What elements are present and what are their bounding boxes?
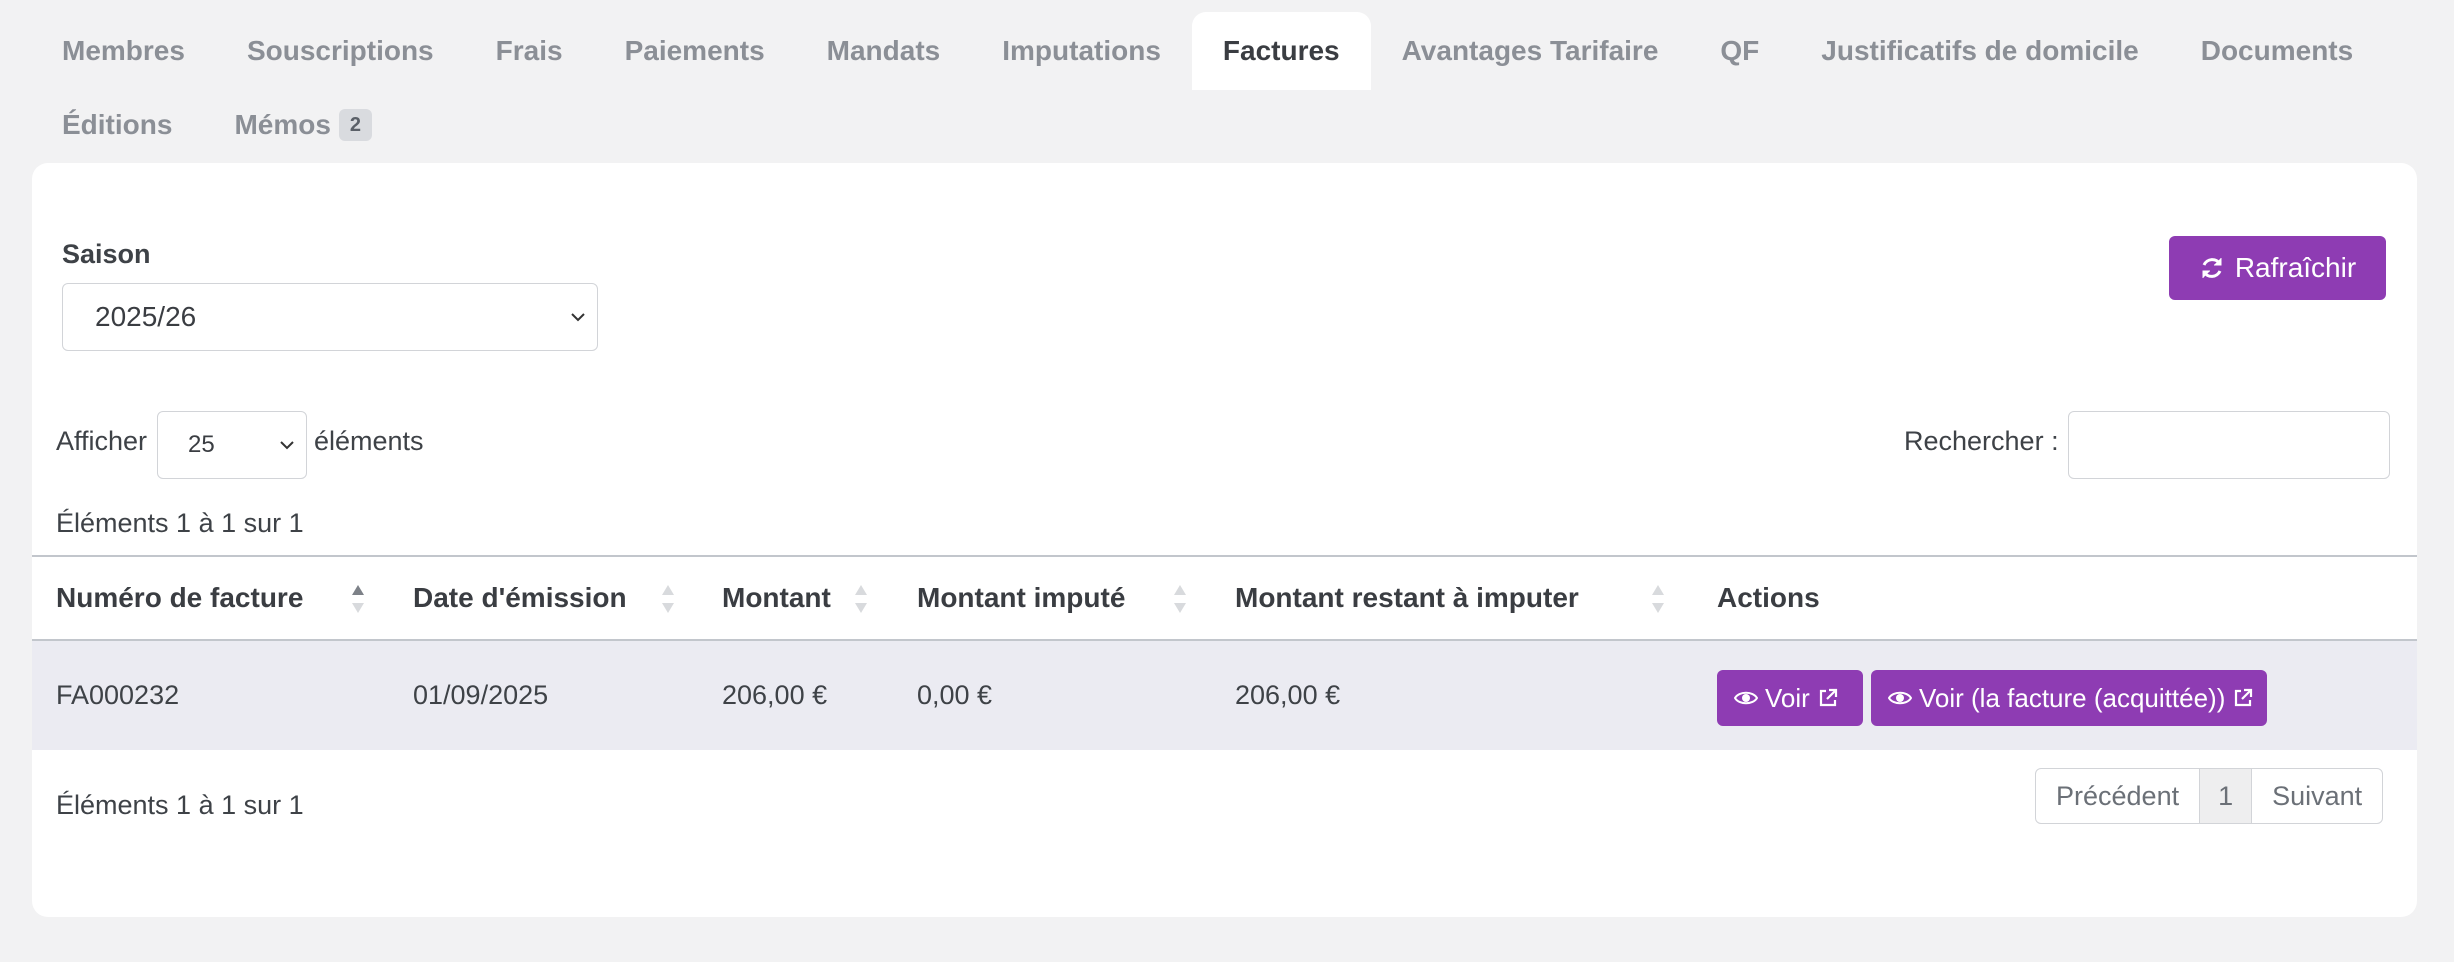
col-actions: Actions xyxy=(1717,582,1820,613)
tab-documents[interactable]: Documents xyxy=(2170,12,2384,90)
sort-icon xyxy=(662,585,674,613)
search-label: Rechercher : xyxy=(1904,426,2059,456)
eye-icon xyxy=(1734,691,1758,705)
sort-icon xyxy=(1652,585,1664,613)
eye-icon xyxy=(1888,691,1912,705)
pagination: Précédent 1 Suivant xyxy=(2035,768,2384,824)
tab-paiements[interactable]: Paiements xyxy=(594,12,796,90)
voir-facture-acquittee-label: Voir (la facture (acquittée)) xyxy=(1919,682,2226,713)
voir-button[interactable]: Voir xyxy=(1717,670,1863,726)
col-montant-impute[interactable]: Montant imputé xyxy=(917,557,1125,639)
sort-icon xyxy=(1174,585,1186,613)
voir-facture-acquittee-button[interactable]: Voir (la facture (acquittée)) xyxy=(1871,670,2267,726)
tab-frais[interactable]: Frais xyxy=(465,12,594,90)
search-input[interactable] xyxy=(2068,411,2390,479)
pagination-previous[interactable]: Précédent xyxy=(2036,769,2199,823)
table-info-top: Éléments 1 à 1 sur 1 xyxy=(56,508,304,538)
tab-editions[interactable]: Éditions xyxy=(31,87,203,163)
tab-factures[interactable]: Factures xyxy=(1191,12,1371,90)
pagination-page-1[interactable]: 1 xyxy=(2199,769,2253,823)
cell-montant-impute: 0,00 € xyxy=(917,680,993,710)
tab-justificatifs-domicile[interactable]: Justificatifs de domicile xyxy=(1790,12,2169,90)
saison-select[interactable]: 2025/26 xyxy=(62,283,598,351)
page-length-value: 25 xyxy=(188,431,215,458)
tab-qf[interactable]: QF xyxy=(1689,12,1790,90)
table-info-bottom: Éléments 1 à 1 sur 1 xyxy=(56,790,304,820)
tab-memos[interactable]: Mémos 2 xyxy=(203,87,403,163)
tab-membres[interactable]: Membres xyxy=(31,12,216,90)
sort-icon xyxy=(855,585,867,613)
table-header: Numéro de facture Date d'émission Montan… xyxy=(32,555,2417,641)
col-numero-facture[interactable]: Numéro de facture xyxy=(56,557,303,639)
memos-count-badge: 2 xyxy=(338,109,373,141)
cell-numero: FA000232 xyxy=(56,680,180,710)
sort-asc-icon xyxy=(352,585,364,613)
col-montant[interactable]: Montant xyxy=(722,557,831,639)
refresh-icon xyxy=(2202,258,2222,278)
cell-date: 01/09/2025 xyxy=(413,680,549,710)
col-montant-restant[interactable]: Montant restant à imputer xyxy=(1235,557,1579,639)
tab-souscriptions[interactable]: Souscriptions xyxy=(216,12,465,90)
tab-imputations[interactable]: Imputations xyxy=(971,12,1192,90)
cell-montant-restant: 206,00 € xyxy=(1235,680,1341,710)
tab-avantages-tarifaire[interactable]: Avantages Tarifaire xyxy=(1371,12,1690,90)
tab-row-1: Membres Souscriptions Frais Paiements Ma… xyxy=(31,12,2384,90)
show-label: Afficher xyxy=(56,426,148,456)
cell-montant: 206,00 € xyxy=(722,680,828,710)
refresh-button[interactable]: Rafraîchir xyxy=(2169,236,2386,300)
saison-label: Saison xyxy=(62,239,151,269)
page-length-select[interactable]: 25 xyxy=(157,411,307,479)
chevron-down-icon xyxy=(571,313,585,322)
external-link-icon xyxy=(2235,688,2253,707)
chevron-down-icon xyxy=(280,441,294,450)
col-date-emission[interactable]: Date d'émission xyxy=(413,557,627,639)
elements-label: éléments xyxy=(314,426,424,456)
tab-row-2: Éditions Mémos 2 xyxy=(31,87,403,163)
refresh-button-label: Rafraîchir xyxy=(2234,252,2357,283)
external-link-icon xyxy=(1819,688,1837,707)
tab-mandats[interactable]: Mandats xyxy=(796,12,972,90)
saison-select-value: 2025/26 xyxy=(95,301,197,332)
factures-card: Saison 2025/26 Rafraîchir Afficher 25 él… xyxy=(32,163,2417,917)
tab-memos-label: Mémos xyxy=(234,109,331,140)
voir-button-label: Voir xyxy=(1765,682,1810,713)
pagination-next[interactable]: Suivant xyxy=(2252,769,2382,823)
